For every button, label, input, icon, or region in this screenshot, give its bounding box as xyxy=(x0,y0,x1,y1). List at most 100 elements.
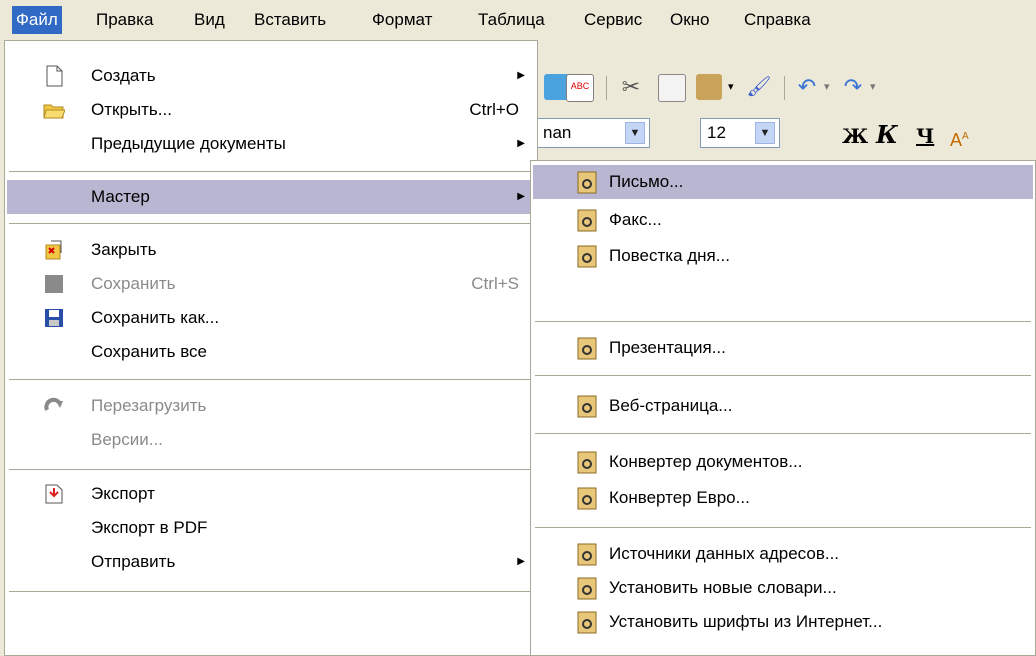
redo-icon[interactable]: ↷ xyxy=(840,74,866,100)
menu-item-label: Экспорт в PDF xyxy=(91,518,208,537)
wizard-icon xyxy=(577,337,597,360)
wizard-icon xyxy=(577,577,597,600)
menu-item-shortcut: Ctrl+S xyxy=(471,274,519,293)
wizard-item-web-page[interactable]: Веб-страница... xyxy=(533,389,1033,423)
wizard-icon xyxy=(577,451,597,474)
menu-item-save-all[interactable]: Сохранить все xyxy=(7,335,535,369)
wizard-item-install-dictionaries[interactable]: Установить новые словари... xyxy=(533,571,1033,605)
italic-button[interactable]: К xyxy=(876,120,898,149)
menu-table[interactable]: Таблица xyxy=(474,6,549,34)
menu-item-versions[interactable]: Версии... xyxy=(7,423,535,457)
menu-item-save[interactable]: Сохранить Ctrl+S xyxy=(7,267,535,301)
menu-item-label: Сохранить xyxy=(91,274,176,293)
save-as-icon xyxy=(45,309,63,327)
wizard-icon xyxy=(577,209,597,232)
menu-item-label: Перезагрузить xyxy=(91,396,207,415)
undo-icon[interactable]: ↶ xyxy=(794,74,820,100)
menu-separator xyxy=(535,433,1031,434)
menu-view[interactable]: Вид xyxy=(190,6,229,34)
new-document-icon xyxy=(46,65,63,87)
wizard-item-presentation[interactable]: Презентация... xyxy=(533,331,1033,365)
font-grow-icon[interactable]: AA xyxy=(950,124,976,150)
menu-item-label: Презентация... xyxy=(609,338,726,357)
menu-help[interactable]: Справка xyxy=(740,6,815,34)
submenu-arrow-icon: ▶ xyxy=(517,70,525,81)
wizard-icon xyxy=(577,611,597,634)
paste-dropdown-icon[interactable]: ▾ xyxy=(728,80,734,93)
submenu-arrow-icon: ▶ xyxy=(517,191,525,202)
menu-item-new[interactable]: Создать ▶ xyxy=(7,59,535,93)
wizard-item-agenda[interactable]: Повестка дня... xyxy=(533,239,1033,273)
chevron-down-icon[interactable]: ▼ xyxy=(625,122,645,144)
font-size-value: 12 xyxy=(707,123,726,142)
menu-item-label: Веб-страница... xyxy=(609,396,733,415)
menu-item-wizard[interactable]: Мастер ▶ xyxy=(7,180,535,214)
export-icon xyxy=(45,484,63,504)
menu-item-label: Отправить xyxy=(91,552,176,571)
redo-dropdown-icon[interactable]: ▾ xyxy=(870,80,876,93)
format-paintbrush-icon[interactable]: 🖌 xyxy=(746,74,772,100)
menu-file[interactable]: Файл xyxy=(12,6,62,34)
menu-item-label: Экспорт xyxy=(91,484,155,503)
wizard-item-address-data-sources[interactable]: Источники данных адресов... xyxy=(533,537,1033,571)
menu-separator xyxy=(9,171,533,172)
wizard-icon xyxy=(577,487,597,510)
menu-item-label: Закрыть xyxy=(91,240,157,259)
menu-separator xyxy=(535,321,1031,322)
wizard-item-fax[interactable]: Факс... xyxy=(533,203,1033,237)
font-size-combo[interactable]: 12 ▼ xyxy=(700,118,780,148)
undo-dropdown-icon[interactable]: ▾ xyxy=(824,80,830,93)
wizard-icon xyxy=(577,171,597,194)
wizard-icon xyxy=(577,395,597,418)
cut-icon[interactable]: ✂ xyxy=(618,74,644,100)
wizard-icon xyxy=(577,543,597,566)
save-icon xyxy=(45,275,63,293)
copy-icon[interactable] xyxy=(658,74,686,102)
submenu-arrow-icon: ▶ xyxy=(517,138,525,149)
menu-item-open[interactable]: Открыть... Ctrl+O xyxy=(7,93,535,127)
menu-format[interactable]: Формат xyxy=(368,6,436,34)
wizard-item-letter[interactable]: Письмо... xyxy=(533,165,1033,199)
menu-item-label: Версии... xyxy=(91,430,163,449)
wizard-item-install-fonts[interactable]: Установить шрифты из Интернет... xyxy=(533,605,1033,639)
file-menu: Создать ▶ Открыть... Ctrl+O Предыдущие д… xyxy=(4,40,538,656)
menu-item-label: Факс... xyxy=(609,210,662,229)
menu-tools[interactable]: Сервис xyxy=(580,6,646,34)
chevron-down-icon[interactable]: ▼ xyxy=(755,122,775,144)
menu-separator xyxy=(9,469,533,470)
menu-separator xyxy=(535,527,1031,528)
font-name-value: nan xyxy=(543,123,572,142)
menu-item-shortcut: Ctrl+O xyxy=(469,100,519,119)
menu-item-export-pdf[interactable]: Экспорт в PDF xyxy=(7,511,535,545)
menu-window[interactable]: Окно xyxy=(666,6,714,34)
menu-item-label: Конвертер документов... xyxy=(609,452,803,471)
menu-item-reload[interactable]: Перезагрузить xyxy=(7,389,535,423)
wizard-item-euro-converter[interactable]: Конвертер Евро... xyxy=(533,481,1033,515)
menu-item-label: Сохранить как... xyxy=(91,308,220,327)
menu-item-label: Письмо... xyxy=(609,172,684,191)
menu-item-label: Установить новые словари... xyxy=(609,578,837,597)
toolbar-divider xyxy=(784,76,785,100)
toolbar-divider xyxy=(606,76,607,100)
open-folder-icon xyxy=(43,104,65,119)
menu-item-label: Открыть... xyxy=(91,100,172,119)
underline-button[interactable]: Ч xyxy=(916,124,934,148)
font-name-combo[interactable]: nan ▼ xyxy=(536,118,650,148)
submenu-arrow-icon: ▶ xyxy=(517,556,525,567)
menu-edit[interactable]: Правка xyxy=(92,6,157,34)
wizard-submenu: Письмо... Факс... Повестка дня... Презен… xyxy=(530,160,1036,656)
menu-item-close[interactable]: Закрыть xyxy=(7,233,535,267)
menu-item-label: Источники данных адресов... xyxy=(609,544,840,563)
menu-insert[interactable]: Вставить xyxy=(250,6,330,34)
menu-item-label: Предыдущие документы xyxy=(91,134,286,153)
spellcheck-icon[interactable]: ABC xyxy=(566,74,594,102)
wizard-item-document-converter[interactable]: Конвертер документов... xyxy=(533,445,1033,479)
menu-item-label: Мастер xyxy=(91,187,150,206)
menu-item-save-as[interactable]: Сохранить как... xyxy=(7,301,535,335)
menu-item-export[interactable]: Экспорт xyxy=(7,477,535,511)
menu-item-send[interactable]: Отправить ▶ xyxy=(7,545,535,579)
paste-icon[interactable] xyxy=(696,74,722,100)
menu-item-recent-documents[interactable]: Предыдущие документы ▶ xyxy=(7,127,535,161)
menu-item-label: Повестка дня... xyxy=(609,246,730,265)
bold-button[interactable]: Ж xyxy=(842,124,868,148)
